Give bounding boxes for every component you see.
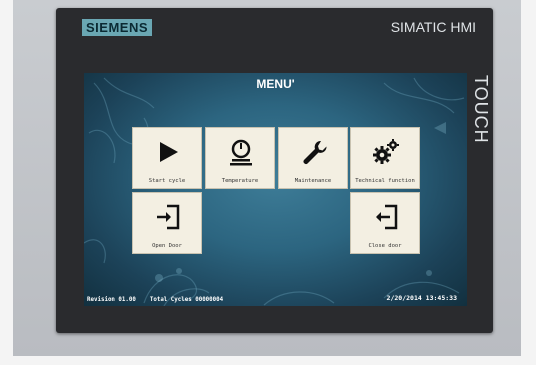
open-door-icon [157, 204, 180, 230]
open-door-button[interactable]: Open Door [132, 192, 202, 254]
model-label: SIMATIC HMI [390, 19, 476, 35]
gauge-icon [230, 139, 252, 166]
total-cycles-text: Total Cycles 00000004 [149, 297, 224, 303]
start-cycle-button[interactable]: Start cycle [132, 127, 202, 189]
close-door-label: Close door [368, 243, 402, 249]
menu-title: MENU' [256, 77, 295, 91]
hmi-screen: MENU' Start cycle Temperature Maintenanc… [84, 73, 467, 306]
background-decoration [84, 77, 465, 306]
wrench-icon [303, 140, 327, 164]
revision-text: Revision 01.00 [87, 297, 136, 303]
open-door-label: Open Door [152, 243, 182, 249]
start-cycle-label: Start cycle [148, 178, 186, 184]
touch-label: TOUCH [471, 75, 491, 144]
technical-function-button[interactable]: Technical function [350, 127, 420, 189]
footer-info: Revision 01.00 Total Cycles 00000004 [87, 297, 223, 303]
technical-function-label: Technical function [355, 178, 415, 184]
maintenance-button[interactable]: Maintenance [278, 127, 348, 189]
gears-icon [373, 139, 399, 164]
brand-logo: SIEMENS [82, 19, 153, 36]
play-icon [160, 142, 178, 162]
temperature-label: Temperature [221, 178, 259, 184]
close-door-icon [376, 204, 398, 230]
temperature-button[interactable]: Temperature [205, 127, 275, 189]
close-door-button[interactable]: Close door [350, 192, 420, 254]
maintenance-label: Maintenance [294, 178, 332, 184]
datetime-text: 2/20/2014 13:45:33 [386, 294, 457, 302]
